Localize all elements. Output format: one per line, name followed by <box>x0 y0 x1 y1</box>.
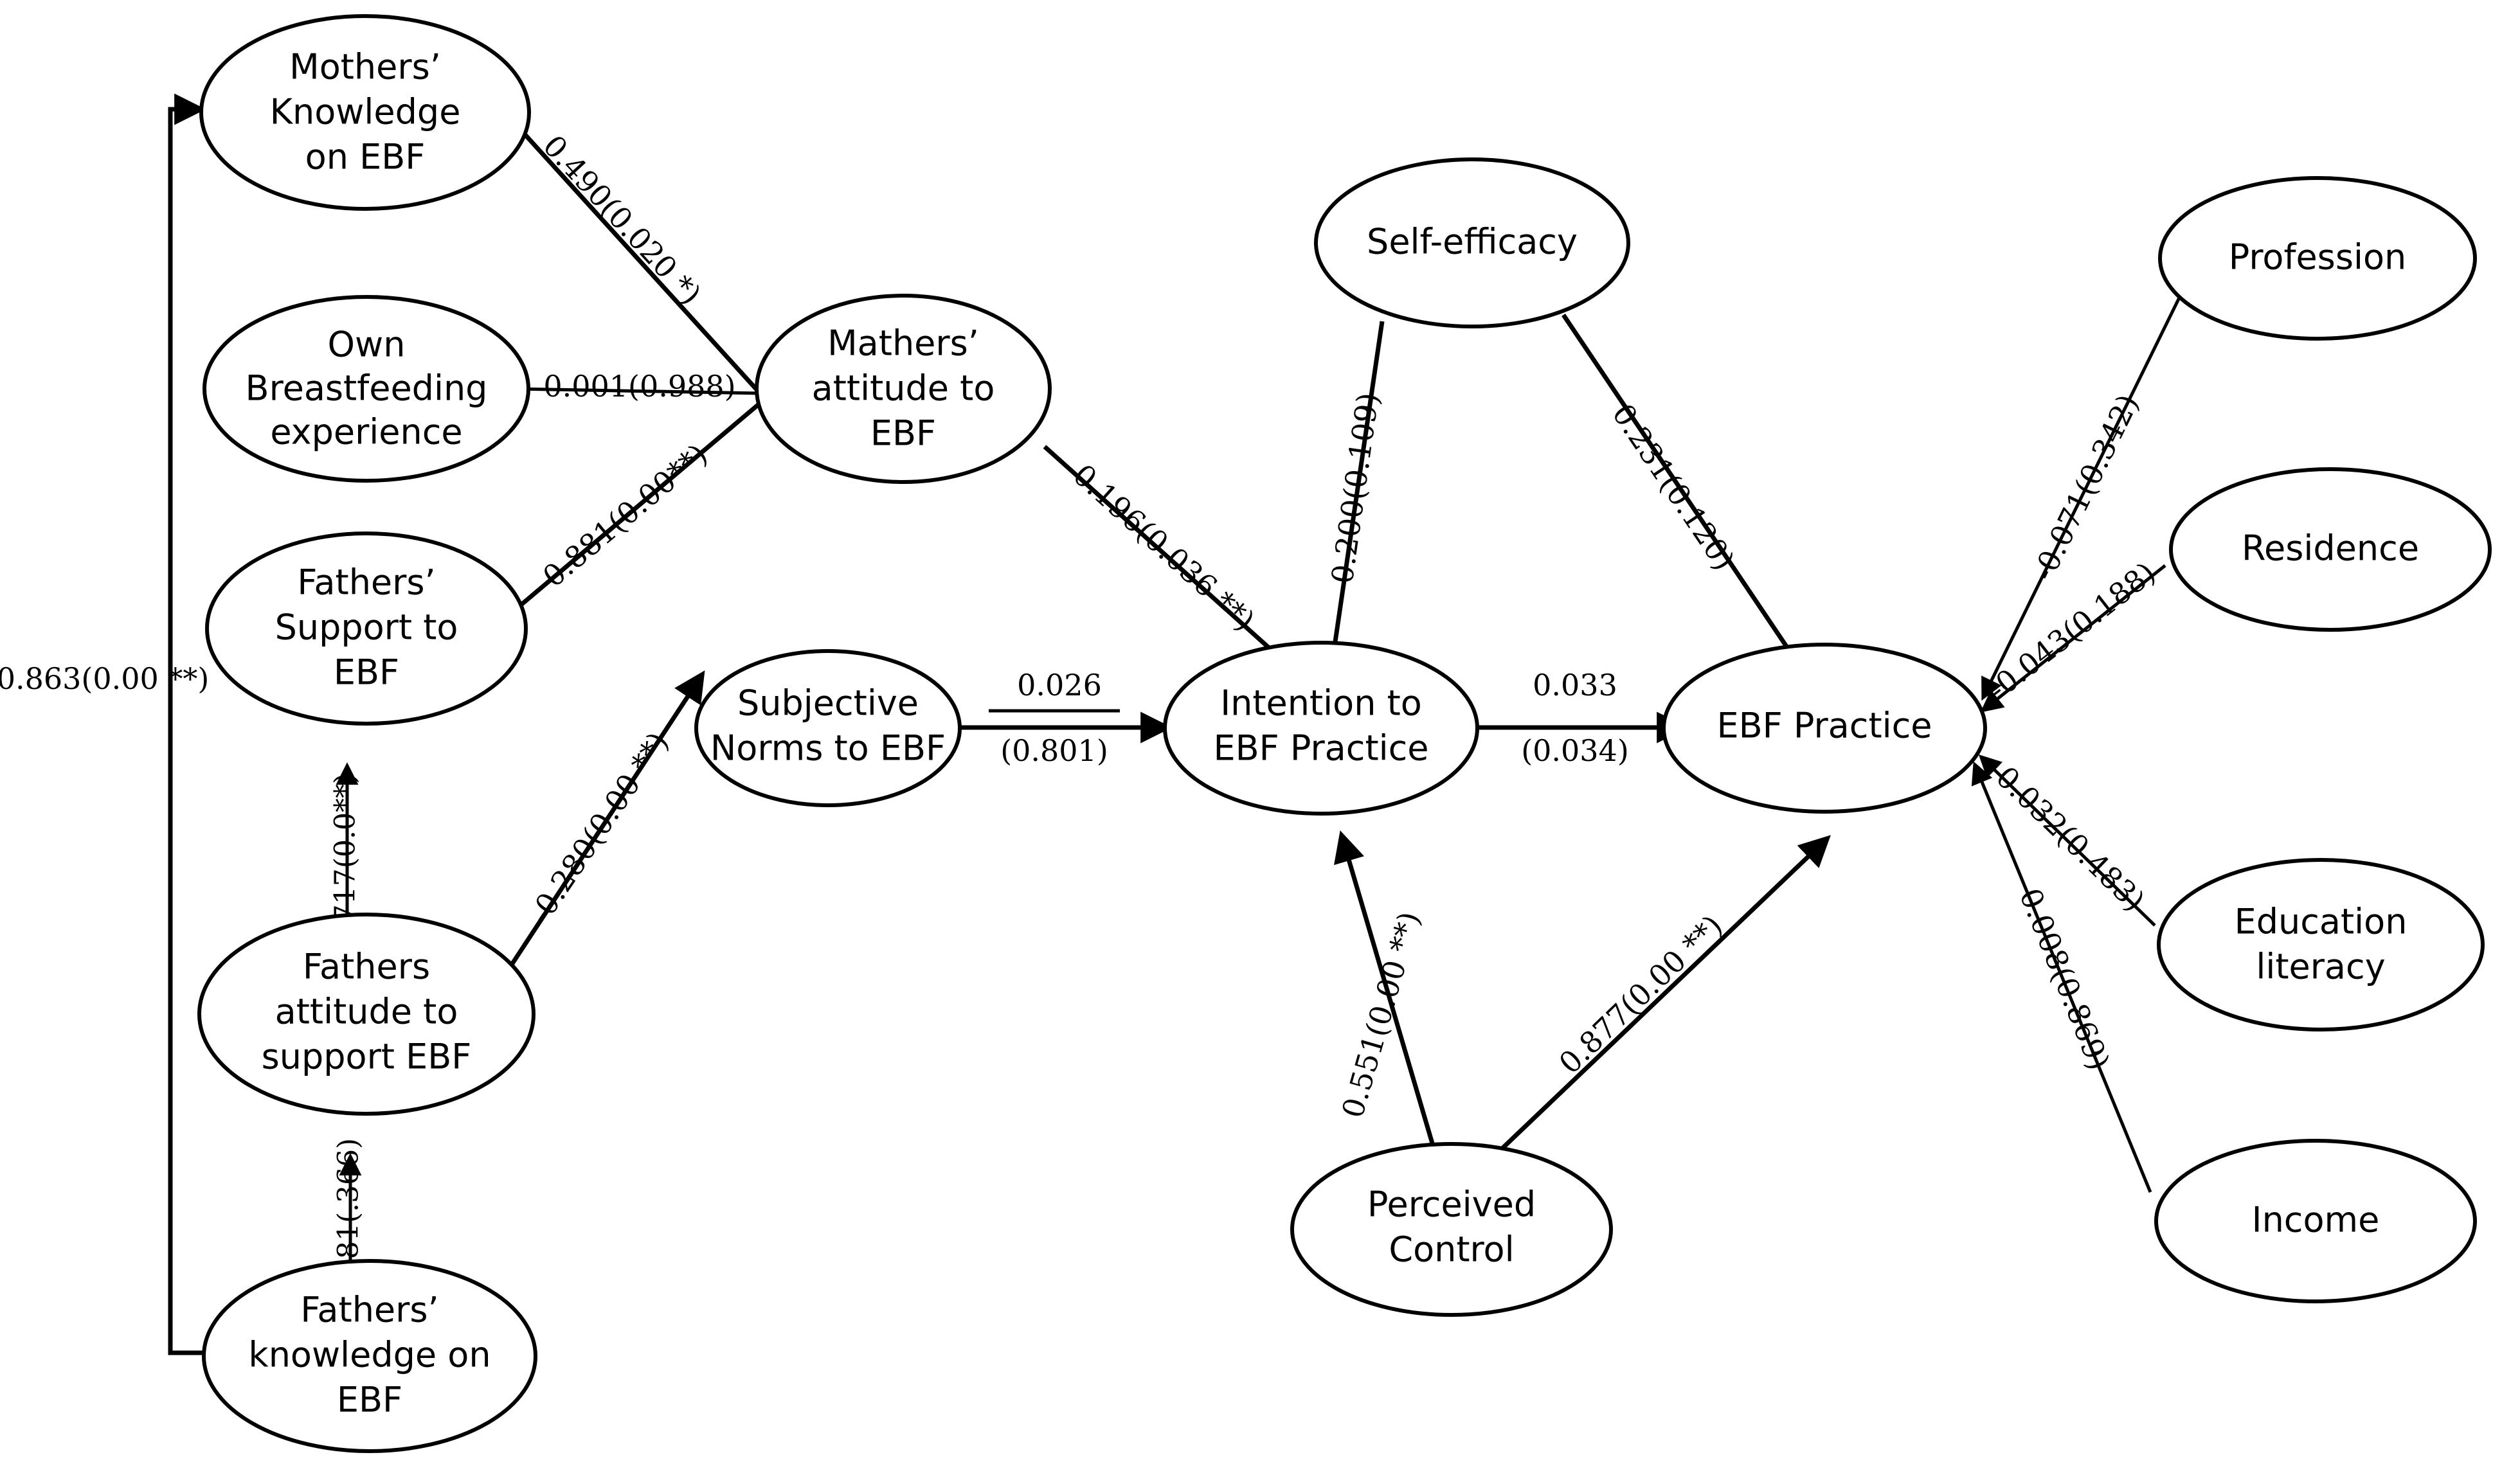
node-label-line: Self-efficacy <box>1367 222 1578 262</box>
edge-label-int-ebf-top: 0.033 <box>1533 668 1617 702</box>
node-own-breastfeeding-experience[interactable]: Own Breastfeeding experience <box>203 295 530 483</box>
node-label-line: EBF Practice <box>1716 706 1932 746</box>
node-label-line: Fathers <box>303 947 430 987</box>
edge-self-efficacy-to-intention: 0.200(0.109) <box>1317 321 1386 687</box>
edge-label-se-int: 0.200(0.109) <box>1324 391 1385 586</box>
node-label-line: literacy <box>2256 947 2385 987</box>
edge-fathers-knowledge-to-mothers-knowledge: 0.863(0.00 **) <box>0 93 209 1355</box>
node-label-line: Perceived <box>1367 1184 1536 1225</box>
edge-label-fs-ma: 0.881(0.00**) <box>536 437 714 594</box>
edge-label-inc-ebf: 0.008(0.869) <box>2013 884 2117 1075</box>
node-label-line: EBF Practice <box>1213 728 1428 769</box>
node-label-line: Knowledge <box>270 92 461 132</box>
node-label-line: EBF <box>334 652 399 693</box>
node-label-line: knowledge on <box>248 1335 491 1375</box>
node-label-line: experience <box>270 412 462 452</box>
edge-label-pc-ebf: 0.877(0.00 **) <box>1553 908 1729 1081</box>
node-label-line: Control <box>1389 1229 1514 1270</box>
edge-residence-to-ebf-practice: -0.043(0.188) <box>1980 555 2166 713</box>
node-label-line: EBF <box>870 413 936 454</box>
edge-label-pc-int: 0.551(0.00 **) <box>1335 908 1427 1122</box>
edge-label-se-ebf: 0.231(0.120) <box>1605 398 1742 576</box>
edge-label-obe-ma: 0.001(0.988) <box>543 369 735 404</box>
node-fathers-knowledge[interactable]: Fathers’ knowledge on EBF <box>202 1259 537 1453</box>
node-fathers-support[interactable]: Fathers’ Support to EBF <box>205 531 528 726</box>
node-label-line: Mothers’ <box>289 47 441 87</box>
node-label-line: Breastfeeding <box>246 368 488 409</box>
edge-label-ma-int: 0.196(0.036 **) <box>1066 458 1262 638</box>
node-intention[interactable]: Intention to EBF Practice <box>1163 641 1479 816</box>
node-self-efficacy[interactable]: Self-efficacy <box>1314 157 1630 328</box>
node-label-line: Norms to EBF <box>710 728 946 769</box>
edge-label-loop: 0.863(0.00 **) <box>0 661 209 696</box>
edge-label-fa-sn: -0.280(0.00 **) <box>523 726 676 929</box>
edge-label-prof-ebf: -0.071(0.342) <box>2026 389 2146 586</box>
edge-label-sn-int-bottom: (0.801) <box>1000 733 1108 768</box>
node-label-line: Fathers’ <box>300 1290 438 1330</box>
node-label-line: Own <box>328 325 406 365</box>
node-label-line: Mathers’ <box>827 323 979 364</box>
node-income[interactable]: Income <box>2154 1139 2477 1303</box>
node-subjective-norms[interactable]: Subjective Norms to EBF <box>694 649 962 807</box>
edge-fathers-attitude-to-subjective-norms: -0.280(0.00 **) <box>506 670 705 972</box>
edge-label-res-ebf: -0.043(0.188) <box>1981 555 2162 707</box>
node-mothers-knowledge[interactable]: Mothers’ Knowledge on EBF <box>199 14 531 211</box>
node-label-line: Intention to <box>1220 683 1422 724</box>
node-residence[interactable]: Residence <box>2169 467 2492 632</box>
edge-label-mk-ma: 0.490(0.020 *) <box>536 129 708 312</box>
edge-subjective-norms-to-intention: 0.026 (0.801) <box>957 668 1173 768</box>
edge-fathers-support-to-mathers-attitude: 0.881(0.00**) <box>512 400 764 612</box>
node-label-line: support EBF <box>262 1037 472 1077</box>
node-label-line: EBF <box>337 1380 402 1420</box>
node-ebf-practice[interactable]: EBF Practice <box>1662 643 1987 814</box>
node-perceived-control[interactable]: Perceived Control <box>1290 1142 1613 1317</box>
diagram-canvas: 0.863(0.00 **) 0.490(0.020 *) 0.001(0.98… <box>0 14 2492 1453</box>
node-profession[interactable]: Profession <box>2158 176 2477 341</box>
node-label-line: Fathers’ <box>297 562 435 603</box>
edge-label-edu-ebf: 0.032(0.483) <box>1989 760 2152 918</box>
node-label-line: Subjective <box>737 683 919 724</box>
sem-path-diagram: 0.863(0.00 **) 0.490(0.020 *) 0.001(0.98… <box>0 0 2520 1464</box>
node-label-line: Profession <box>2229 237 2406 278</box>
edge-self-efficacy-to-ebf-practice: 0.231(0.120) <box>1562 314 1811 683</box>
node-label-line: Support to <box>275 607 458 648</box>
node-label-line: attitude to <box>275 992 458 1032</box>
node-fathers-attitude[interactable]: Fathers attitude to support EBF <box>197 913 536 1116</box>
node-label-line: on EBF <box>305 137 426 177</box>
node-education-literacy[interactable]: Education literacy <box>2157 858 2485 1031</box>
node-label-line: Income <box>2252 1200 2380 1240</box>
edge-intention-to-ebf-practice: 0.033 (0.034) <box>1477 668 1689 768</box>
edge-perceived-control-to-intention: 0.551(0.00 **) <box>1334 830 1444 1177</box>
edge-own-breastfeeding-to-mathers-attitude: 0.001(0.988) <box>514 369 762 404</box>
node-label-line: Education <box>2235 902 2408 942</box>
node-label-line: attitude to <box>812 368 995 409</box>
node-label-line: Residence <box>2242 528 2419 569</box>
edge-label-int-ebf-bottom: (0.034) <box>1521 733 1629 768</box>
node-mathers-attitude[interactable]: Mathers’ attitude to EBF <box>755 294 1052 484</box>
edge-label-sn-int-top: 0.026 <box>1017 668 1102 702</box>
edge-perceived-control-to-ebf-practice: 0.877(0.00 **) <box>1477 835 1831 1173</box>
edge-mothers-knowledge-to-mathers-attitude: 0.490(0.020 *) <box>506 114 764 397</box>
